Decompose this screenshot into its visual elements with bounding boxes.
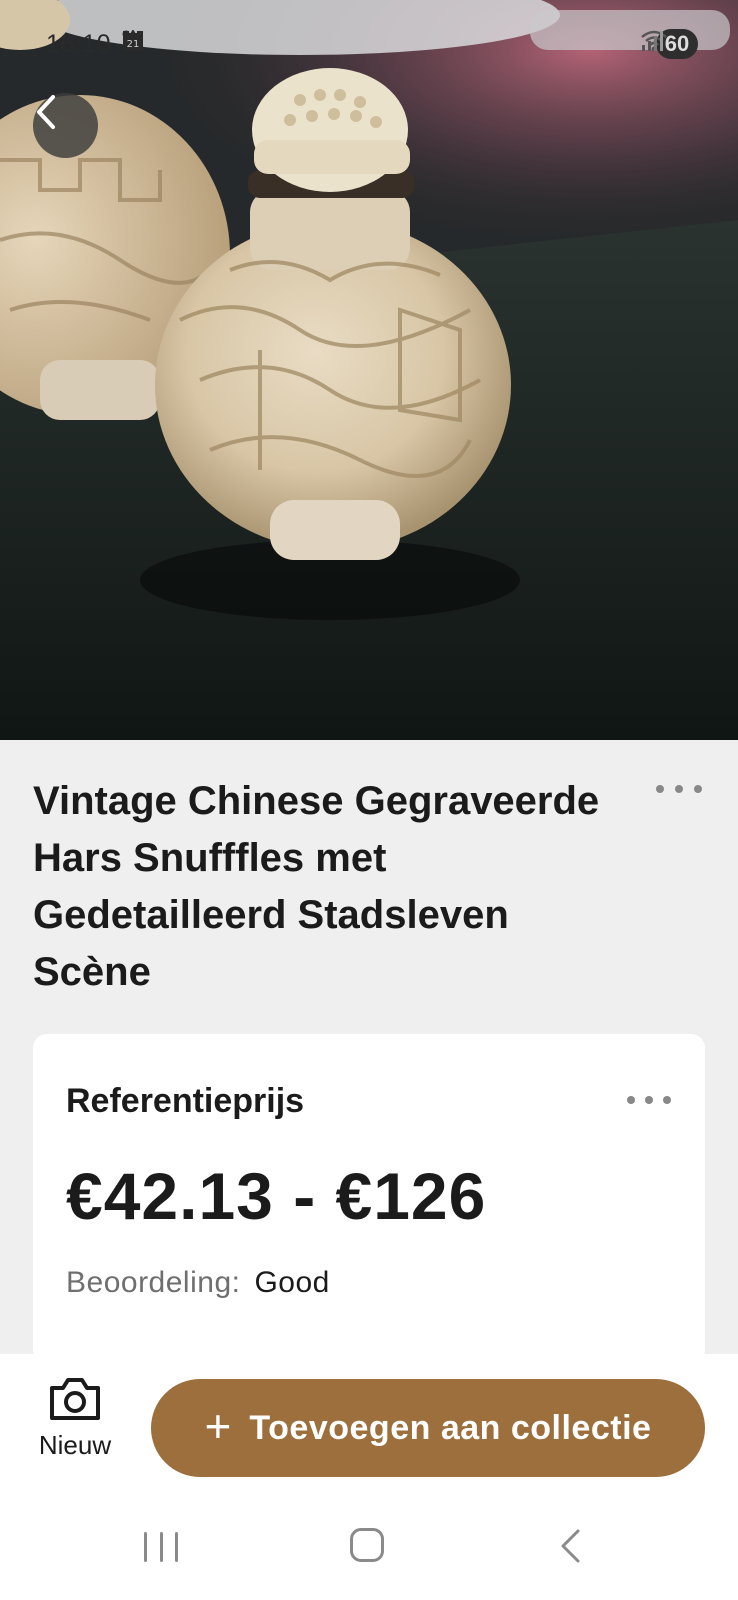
rating-value: Good — [254, 1266, 330, 1299]
add-to-collection-label: Toevoegen aan collectie — [249, 1408, 652, 1447]
rating-label: Beoordeling: — [66, 1266, 241, 1299]
plus-icon: + — [204, 1400, 232, 1452]
more-dot-icon — [675, 785, 683, 793]
chevron-left-icon — [37, 95, 55, 129]
system-back-button[interactable] — [558, 1528, 582, 1569]
price-range: €42.13 - €126 — [66, 1159, 487, 1233]
snuff-bottle-illustration — [0, 0, 738, 740]
more-dot-icon — [663, 1096, 671, 1104]
add-to-collection-button[interactable]: + Toevoegen aan collectie — [151, 1379, 705, 1477]
product-title: Vintage Chinese Gegraveerde Hars Snufffl… — [33, 779, 600, 994]
dot-icon — [122, 30, 248, 54]
recent-apps-button[interactable] — [144, 1532, 178, 1562]
product-details: Vintage Chinese Gegraveerde Hars Snufffl… — [0, 740, 738, 1364]
camera-icon — [50, 1378, 100, 1420]
system-navigation-bar — [0, 1490, 738, 1600]
status-time: 16:10 — [46, 30, 112, 58]
action-bar: Nieuw + Toevoegen aan collectie — [0, 1354, 738, 1490]
home-button[interactable] — [350, 1528, 384, 1562]
calendar-icon: 21 — [123, 30, 214, 54]
rating-row: Beoordeling: Good — [66, 1266, 330, 1300]
recent-apps-icon — [159, 1532, 163, 1562]
more-dot-icon — [656, 785, 664, 793]
price-card-more-button[interactable] — [627, 1092, 671, 1108]
more-options-button[interactable] — [656, 774, 702, 804]
recent-apps-icon — [175, 1532, 178, 1562]
new-scan-label: Nieuw — [38, 1430, 112, 1460]
more-dot-icon — [645, 1096, 653, 1104]
screenshot-icon — [123, 30, 180, 54]
more-dot-icon — [694, 785, 702, 793]
recent-apps-icon — [144, 1532, 147, 1562]
status-icons-left: 21 — [122, 30, 248, 54]
new-scan-button[interactable]: Nieuw — [30, 1376, 120, 1476]
status-icons-right: 60 — [640, 29, 698, 59]
status-bar: 16:10 21 60 — [0, 0, 738, 90]
back-button[interactable] — [33, 93, 98, 158]
calendar-day: 21 — [127, 39, 140, 50]
more-dot-icon — [627, 1096, 635, 1104]
system-back-icon — [561, 1529, 580, 1563]
product-photo[interactable]: 16:10 21 60 — [0, 0, 738, 740]
price-card: Referentieprijs €42.13 - €126 Beoordelin… — [33, 1034, 705, 1364]
price-card-heading: Referentieprijs — [66, 1082, 305, 1120]
